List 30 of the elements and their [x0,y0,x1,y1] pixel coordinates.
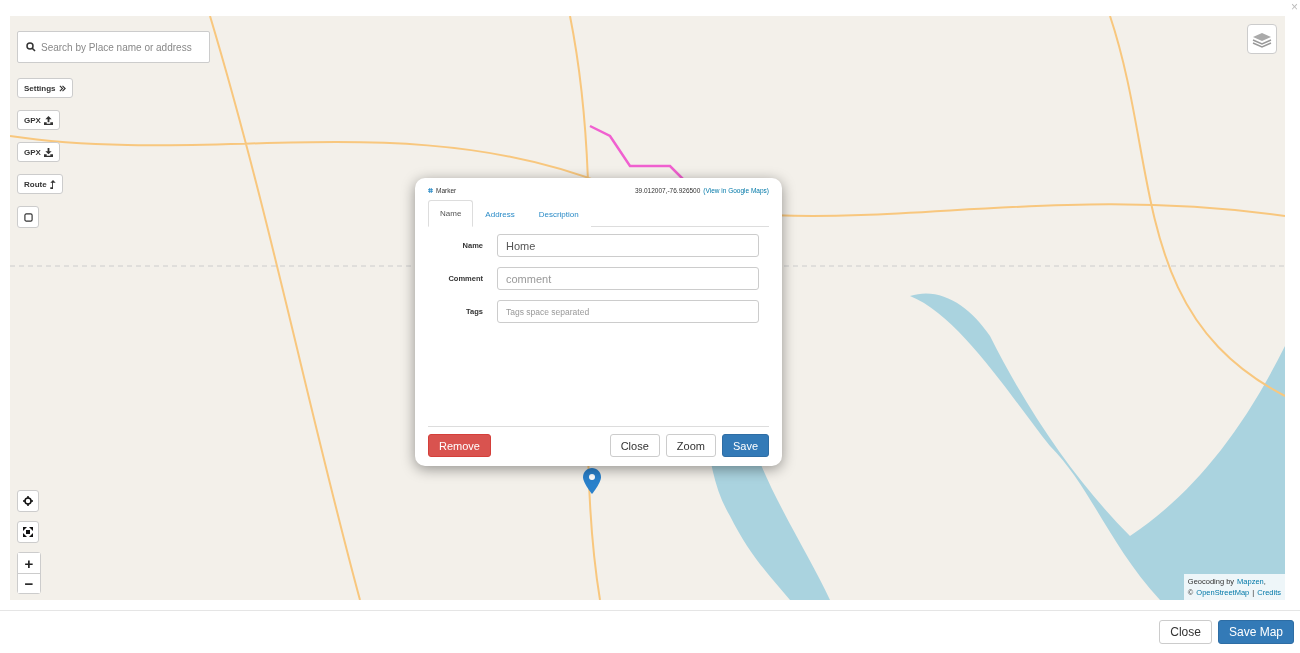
save-map-button[interactable]: Save Map [1217,620,1294,644]
zoom-out-button[interactable]: − [18,573,40,593]
locate-button[interactable] [17,490,39,512]
popup-tab[interactable]: Name [428,200,474,227]
search-field[interactable]: Search by Place name or address [17,31,210,63]
square-icon [23,212,33,222]
settings-button[interactable]: Settings [17,78,73,98]
download-button[interactable]: GPX [17,142,60,162]
layers-button[interactable] [1247,24,1277,54]
upload-button[interactable]: GPX [17,110,60,130]
map-marker-icon[interactable] [583,468,601,494]
download-icon [43,147,53,157]
upload-icon [43,115,53,125]
close-button[interactable]: Close [1159,620,1212,644]
crosshair-icon [23,496,33,506]
square-button[interactable] [17,206,39,228]
popup-button[interactable]: Zoom [665,434,716,457]
route-button[interactable]: Route [17,174,63,194]
expand-icon [23,527,33,537]
remove-button[interactable]: Remove [428,434,491,457]
turn-arrow-icon [49,179,56,189]
input-field[interactable]: Tags space separated [497,300,759,323]
search-icon [26,42,36,52]
input-field[interactable]: comment [497,267,759,290]
hash-icon [428,187,433,193]
fullscreen-button[interactable] [17,521,39,543]
popup-button[interactable]: Close [609,434,660,457]
input-field[interactable]: Home [497,234,759,257]
save-button[interactable]: Save [721,434,769,457]
double-chevron-icon [58,84,66,92]
